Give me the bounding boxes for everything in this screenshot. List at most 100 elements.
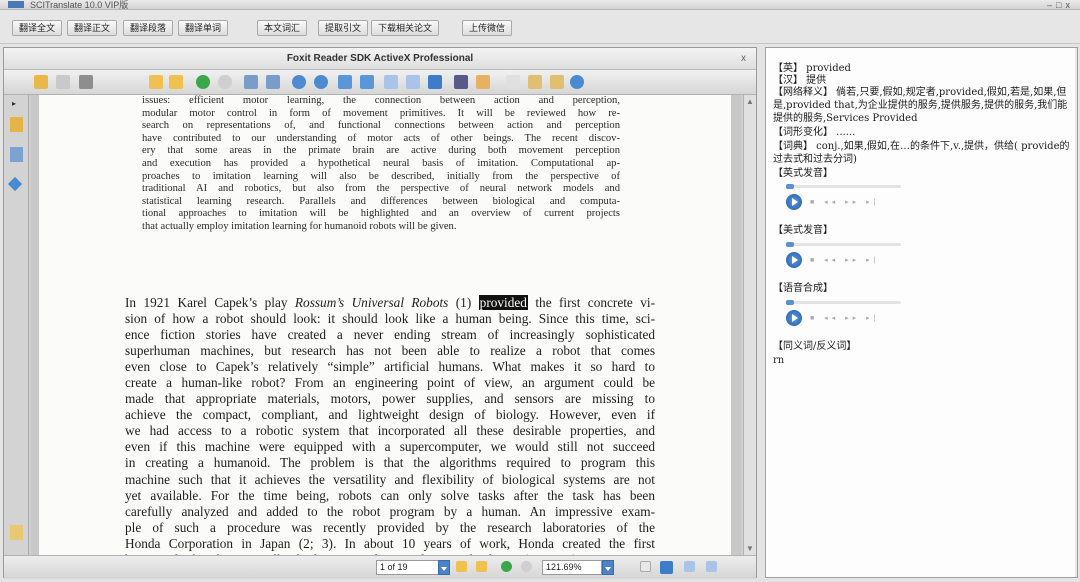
stop-icon[interactable] bbox=[218, 75, 232, 89]
us-play-icon[interactable] bbox=[786, 252, 802, 268]
layers-panel-icon[interactable] bbox=[7, 176, 23, 192]
thumbnails-panel-icon[interactable] bbox=[10, 147, 23, 162]
us-audio-player[interactable]: ■ ◂◂ ▸▸ ▸| bbox=[786, 242, 916, 269]
viewer-close-icon[interactable]: x bbox=[741, 48, 746, 70]
attachments-panel-icon[interactable] bbox=[10, 525, 23, 540]
uk-progress-knob[interactable] bbox=[786, 184, 794, 189]
print-icon[interactable] bbox=[79, 75, 93, 89]
tts-audio-player[interactable]: ■ ◂◂ ▸▸ ▸| bbox=[786, 300, 916, 327]
last-page-icon[interactable] bbox=[476, 561, 487, 572]
dict-web-definition: 【网络释义】 倘若,只要,假如,规定者,provided,假如,若是,如果,但是… bbox=[773, 87, 1068, 124]
body-line: machine such that it achieves the versat… bbox=[125, 471, 655, 487]
synonyms-label: 【同义词/反义词】 bbox=[773, 341, 857, 352]
us-pronunciation-label: 【美式发音】 bbox=[773, 225, 833, 236]
scroll-up-icon[interactable]: ▲ bbox=[746, 97, 754, 106]
expand-sidebar-icon[interactable]: ▸ bbox=[12, 99, 16, 108]
first-page-icon[interactable] bbox=[149, 75, 163, 89]
bookmark-icon[interactable] bbox=[476, 75, 490, 89]
rotate-right-icon[interactable] bbox=[266, 75, 280, 89]
abstract-line: ery that some areas in the primate brain… bbox=[142, 145, 620, 157]
body-line: carefully analyzed and added to the robo… bbox=[125, 503, 655, 519]
zoom-in-icon[interactable] bbox=[292, 75, 306, 89]
fit-width-icon[interactable] bbox=[406, 75, 420, 89]
prev-page-icon[interactable] bbox=[169, 75, 183, 89]
zoom-field[interactable]: 121.69% bbox=[542, 560, 602, 575]
page-dropdown-icon[interactable] bbox=[438, 560, 450, 575]
body-line: even if this machine were equipped with … bbox=[125, 439, 655, 455]
uk-pronunciation-label: 【英式发音】 bbox=[773, 168, 833, 179]
abstract-line: proaches to imitation learning will also… bbox=[142, 170, 620, 182]
status-go-icon[interactable] bbox=[501, 561, 512, 572]
hand-tool-icon[interactable] bbox=[506, 75, 520, 89]
uk-progress-bar[interactable] bbox=[786, 184, 901, 189]
dict-inflection: 【词形变化】 ...... bbox=[773, 127, 856, 138]
help-icon[interactable] bbox=[570, 75, 584, 89]
play-title: Rossum’s Universal Robots bbox=[294, 295, 449, 310]
pdf-page: issues: efficient motor learning, the co… bbox=[39, 95, 731, 555]
pdf-viewer: Foxit Reader SDK ActiveX Professional x bbox=[3, 47, 757, 579]
abstract-line: and execution has provided a hypothetica… bbox=[142, 157, 620, 169]
page-number-field[interactable]: 1 of 19 bbox=[376, 560, 440, 575]
uk-controls-icon[interactable]: ■ ◂◂ ▸▸ ▸| bbox=[810, 198, 879, 206]
facing-view-icon[interactable] bbox=[684, 561, 695, 572]
body-line: sion of how a robot should look: it shou… bbox=[125, 311, 655, 327]
download-related-papers-button[interactable]: 下载相关论文 bbox=[371, 20, 440, 36]
status-stop-icon[interactable] bbox=[521, 561, 532, 572]
uk-play-icon[interactable] bbox=[786, 194, 802, 210]
viewer-toolbar bbox=[4, 70, 756, 95]
bookmarks-panel-icon[interactable] bbox=[10, 117, 23, 132]
tts-progress-knob[interactable] bbox=[786, 300, 794, 305]
scroll-down-icon[interactable]: ▼ bbox=[746, 544, 754, 553]
translate-paragraph-button[interactable]: 翻译段落 bbox=[123, 20, 174, 36]
next-page-icon[interactable] bbox=[456, 561, 467, 572]
rotate-left-icon[interactable] bbox=[244, 75, 258, 89]
body-line: we had access to a robotic system that i… bbox=[125, 423, 655, 439]
find-icon[interactable] bbox=[454, 75, 468, 89]
single-page-icon[interactable] bbox=[428, 75, 442, 89]
upload-wechat-button[interactable]: 上传微信 bbox=[462, 20, 513, 36]
tts-progress-bar[interactable] bbox=[786, 300, 901, 305]
body-line: made that appropriate materials, motors,… bbox=[125, 391, 655, 407]
body-text-run: In 1921 Karel Capek’s play bbox=[125, 295, 295, 310]
cover-view-icon[interactable] bbox=[706, 561, 717, 572]
body-line: create a human-like robot? From an engin… bbox=[125, 375, 655, 391]
snapshot-icon[interactable] bbox=[550, 75, 564, 89]
title-bar: SCITranslate 10.0 VIP版 –□x bbox=[0, 0, 1080, 10]
save-icon[interactable] bbox=[56, 75, 70, 89]
us-controls-icon[interactable]: ■ ◂◂ ▸▸ ▸| bbox=[810, 256, 879, 264]
single-view-icon[interactable] bbox=[640, 561, 651, 572]
body-text-run: the first concrete vi- bbox=[527, 295, 655, 310]
select-text-icon[interactable] bbox=[528, 75, 542, 89]
selected-word[interactable]: provided bbox=[478, 295, 528, 310]
zoom-out-icon[interactable] bbox=[314, 75, 328, 89]
uk-audio-player[interactable]: ■ ◂◂ ▸▸ ▸| bbox=[786, 184, 916, 211]
translate-all-button[interactable]: 翻译全文 bbox=[12, 20, 63, 36]
body-line: achieve the compact, compliant, and ligh… bbox=[125, 407, 655, 423]
us-progress-bar[interactable] bbox=[786, 242, 901, 247]
continuous-view-icon[interactable] bbox=[660, 561, 673, 574]
body-text-run: (1) bbox=[448, 295, 479, 310]
tts-controls-icon[interactable]: ■ ◂◂ ▸▸ ▸| bbox=[810, 314, 879, 322]
window-controls[interactable]: –□x bbox=[1047, 0, 1074, 10]
extract-citations-button[interactable]: 提取引文 bbox=[318, 20, 369, 36]
app-icon bbox=[8, 1, 24, 8]
go-icon[interactable] bbox=[196, 75, 210, 89]
tts-play-icon[interactable] bbox=[786, 310, 802, 326]
us-progress-knob[interactable] bbox=[786, 242, 794, 247]
translate-body-button[interactable]: 翻译正文 bbox=[67, 20, 118, 36]
body-line: ple of such a procedure was recently pro… bbox=[125, 519, 655, 535]
translate-word-button[interactable]: 翻译单词 bbox=[178, 20, 229, 36]
article-vocabulary-button[interactable]: 本文词汇 bbox=[257, 20, 308, 36]
zoom-plus-icon[interactable] bbox=[338, 75, 352, 89]
body-line: yet available. For the time being, robot… bbox=[125, 487, 655, 503]
abstract-line: search on representations of, and functi… bbox=[142, 120, 620, 132]
document-view[interactable]: issues: efficient motor learning, the co… bbox=[31, 95, 741, 555]
fit-page-icon[interactable] bbox=[384, 75, 398, 89]
zoom-minus-icon[interactable] bbox=[360, 75, 374, 89]
abstract-line: tional approaches to imitation will be h… bbox=[142, 208, 620, 220]
open-file-icon[interactable] bbox=[34, 75, 48, 89]
dictionary-scrollbar[interactable] bbox=[1075, 48, 1077, 577]
zoom-dropdown-icon[interactable] bbox=[602, 560, 614, 575]
body-text: In 1921 Karel Capek’s play Rossum’s Univ… bbox=[125, 295, 655, 555]
vertical-scrollbar[interactable]: ▲ ▼ bbox=[743, 95, 756, 555]
